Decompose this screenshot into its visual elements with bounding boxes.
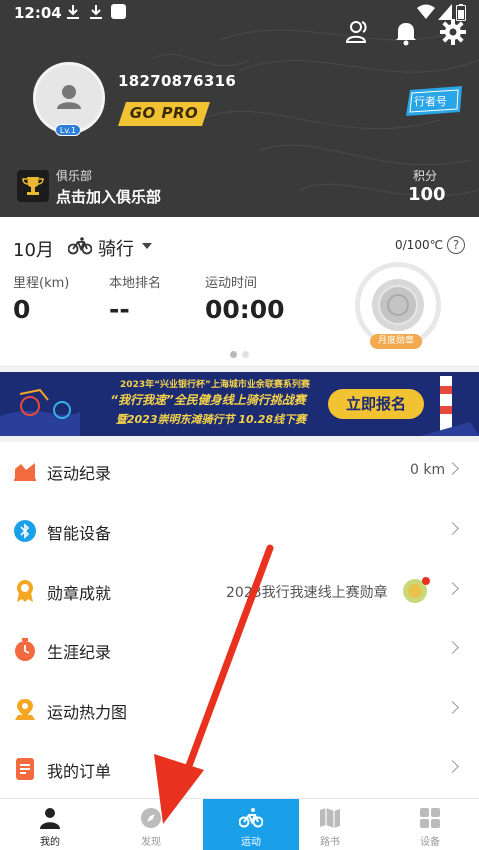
banner-line-1: 2023年“兴业银行杯”上海城市业余联赛系列赛 — [120, 380, 310, 390]
rank-value: -- — [109, 295, 130, 324]
banner-line-3: 暨2023崇明东滩骑行节 10.28线下赛 — [115, 413, 307, 426]
page-indicator-dot — [230, 351, 237, 358]
chevron-right-icon — [446, 701, 459, 714]
tab-discover[interactable]: 发现 — [103, 799, 199, 850]
medal-icon — [372, 279, 424, 331]
join-club-link[interactable]: 点击加入俱乐部 — [56, 186, 161, 207]
app-notification-icon — [111, 4, 126, 19]
menu-item-achievements[interactable]: 勋章成就 2023我行我速线上赛勋章 — [0, 561, 479, 621]
friends-icon[interactable] — [344, 18, 372, 46]
tab-label: 发现 — [141, 837, 161, 848]
chevron-right-icon — [446, 522, 459, 535]
menu-label: 运动热力图 — [47, 703, 128, 722]
download-icon — [67, 5, 79, 19]
tab-routes[interactable]: 路书 — [282, 799, 378, 850]
time-label: 运动时间 — [205, 276, 258, 291]
bike-icon[interactable] — [68, 236, 92, 256]
order-icon — [16, 758, 34, 780]
gear-icon[interactable] — [439, 18, 467, 46]
club-trophy-icon[interactable] — [17, 170, 49, 202]
chevron-right-icon — [446, 462, 459, 475]
person-icon — [57, 85, 81, 109]
chevron-down-icon[interactable] — [142, 243, 152, 249]
rank-label: 本地排名 — [109, 276, 162, 291]
points-label: 积分 — [412, 169, 437, 183]
stopwatch-icon — [15, 638, 35, 661]
menu-label: 生涯纪录 — [47, 643, 112, 662]
bell-icon[interactable] — [392, 18, 420, 46]
bluetooth-icon — [14, 520, 36, 542]
status-time: 12:04 — [14, 4, 62, 22]
level-badge: Lv.1 — [55, 124, 81, 136]
time-value: 00:00 — [205, 295, 285, 324]
menu-item-heatmap[interactable]: 运动热力图 — [0, 680, 479, 740]
menu-item-my-orders[interactable]: 我的订单 — [0, 739, 479, 799]
sport-type-selector[interactable]: 骑行 — [98, 235, 134, 261]
chevron-right-icon — [446, 582, 459, 595]
medal-thumbnail-icon — [403, 577, 430, 603]
tab-me[interactable]: 我的 — [2, 799, 98, 850]
tab-devices[interactable]: 设备 — [382, 799, 478, 850]
club-label: 俱乐部 — [56, 169, 93, 183]
menu-label: 智能设备 — [47, 524, 112, 543]
monthly-goal: 0/100℃ — [395, 238, 444, 252]
mileage-label: 里程(km) — [13, 276, 70, 291]
compass-icon — [141, 808, 161, 828]
go-pro-badge[interactable]: GO PRO — [118, 104, 210, 122]
menu-label: 我的订单 — [47, 762, 112, 781]
rider-tag[interactable]: 行者号 — [414, 93, 447, 109]
menu-label: 勋章成就 — [47, 584, 112, 603]
mileage-value: 0 — [13, 295, 31, 324]
banner-line-2: “我行我速”全民健身线上骑行挑战赛 — [110, 393, 306, 407]
page-indicator-dot — [242, 351, 249, 358]
medal-label: 月度勋章 — [370, 334, 422, 349]
menu-item-workout-records[interactable]: 运动纪录 0 km — [0, 441, 479, 501]
medal-icon — [17, 580, 33, 602]
tab-label: 路书 — [320, 837, 340, 848]
chart-icon — [14, 463, 36, 481]
chevron-right-icon — [446, 760, 459, 773]
tab-label: 设备 — [420, 837, 440, 848]
tab-label: 我的 — [40, 837, 60, 848]
map-icon — [320, 808, 340, 828]
register-now-button[interactable]: 立即报名 — [328, 389, 424, 419]
help-icon[interactable]: ? — [447, 236, 465, 254]
location-icon — [15, 699, 35, 720]
menu-label: 运动纪录 — [47, 464, 112, 483]
month-selector[interactable]: 10月 — [13, 236, 54, 262]
bottom-navigation: 我的 发现 运动 路书 设备 — [0, 798, 479, 850]
menu-item-career-records[interactable]: 生涯纪录 — [0, 620, 479, 680]
chevron-right-icon — [446, 641, 459, 654]
download-icon — [90, 5, 102, 19]
grid-icon — [420, 808, 440, 828]
person-icon — [40, 808, 60, 829]
menu-value: 2023我行我速线上赛勋章 — [226, 585, 388, 601]
points-value[interactable]: 100 — [408, 184, 446, 205]
menu-value: 0 km — [410, 462, 446, 478]
bike-icon — [239, 808, 263, 828]
username-phone: 18270876316 — [118, 72, 237, 90]
menu-item-smart-devices[interactable]: 智能设备 — [0, 501, 479, 561]
